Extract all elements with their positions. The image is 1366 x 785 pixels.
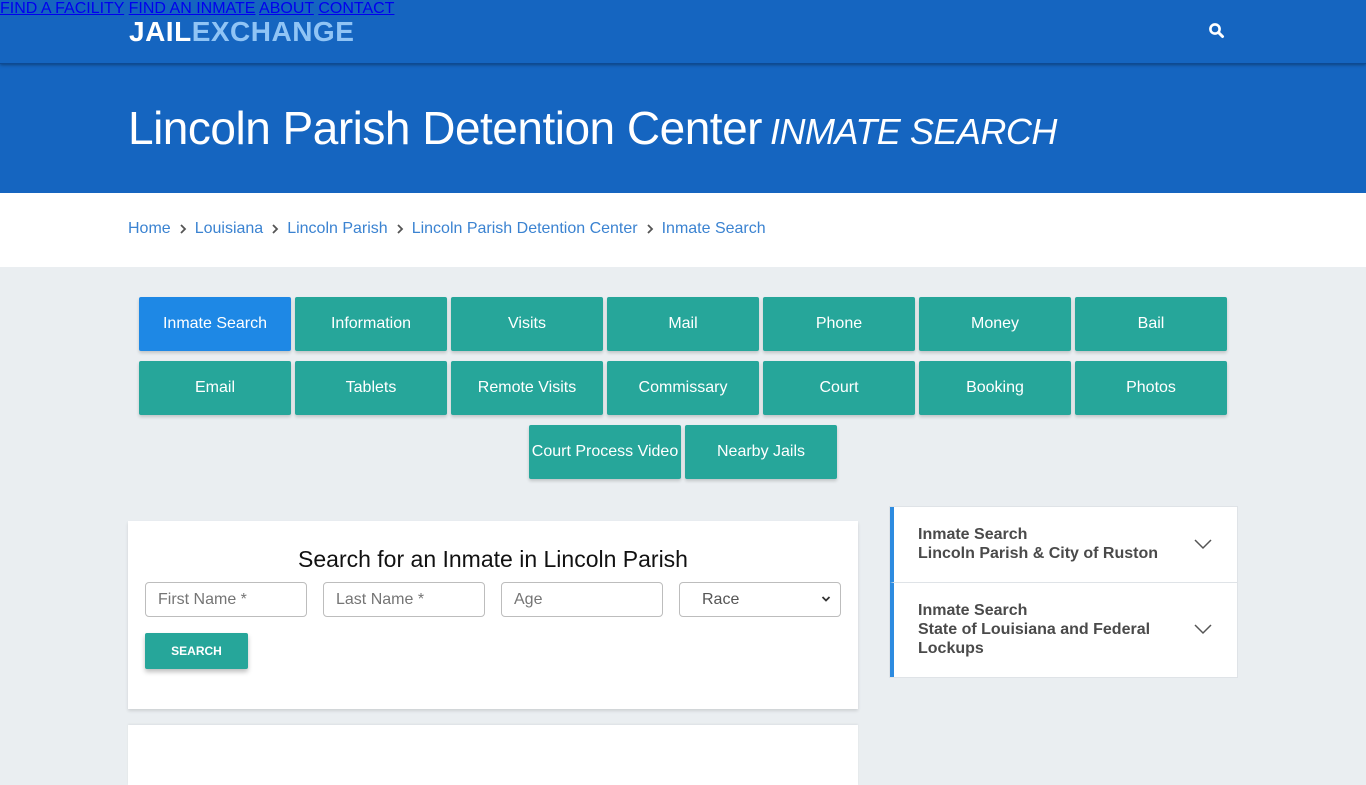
tab-email[interactable]: Email (139, 361, 291, 415)
page-title-main: Lincoln Parish Detention Center (128, 102, 762, 154)
chevron-down-icon (1194, 538, 1212, 549)
last-name-input[interactable] (323, 582, 485, 617)
hero-banner: Lincoln Parish Detention Center INMATE SE… (0, 64, 1366, 193)
tab-visits[interactable]: Visits (451, 297, 603, 351)
page-title: Lincoln Parish Detention Center INMATE SE… (128, 101, 1057, 155)
tab-tablets[interactable]: Tablets (295, 361, 447, 415)
race-select[interactable]: Race (679, 582, 841, 617)
logo-exchange: EXCHANGE (191, 16, 355, 47)
tab-booking[interactable]: Booking (919, 361, 1071, 415)
tab-mail[interactable]: Mail (607, 297, 759, 351)
accordion-item-title: Inmate Search (918, 602, 1028, 619)
age-input[interactable] (501, 582, 663, 617)
chevron-right-icon (638, 223, 662, 235)
breadcrumb-louisiana[interactable]: Louisiana (195, 220, 264, 238)
logo-jail: JAIL (129, 16, 192, 47)
search-form-title: Search for an Inmate in Lincoln Parish (298, 546, 688, 572)
tab-court[interactable]: Court (763, 361, 915, 415)
chevron-down-icon (1194, 624, 1212, 635)
tab-photos[interactable]: Photos (1075, 361, 1227, 415)
race-select-value: Race (702, 590, 740, 608)
accordion-item-subtitle: Lincoln Parish & City of Ruston (918, 545, 1159, 562)
accordion-item-title: Inmate Search (918, 526, 1028, 543)
breadcrumb-lincoln-parish[interactable]: Lincoln Parish (287, 220, 388, 238)
sidebar-accordion: Inmate Search Lincoln Parish & City of R… (889, 506, 1238, 678)
search-button[interactable]: SEARCH (145, 633, 248, 669)
tab-nearby-jails[interactable]: Nearby Jails (685, 425, 837, 479)
page-title-sub: INMATE SEARCH (769, 111, 1057, 152)
chevron-right-icon (388, 223, 412, 235)
accordion-item-subtitle: State of Louisiana and Federal Lockups (918, 621, 1151, 657)
tab-information[interactable]: Information (295, 297, 447, 351)
content-card (128, 725, 858, 785)
chevron-right-icon (263, 223, 287, 235)
tab-money[interactable]: Money (919, 297, 1071, 351)
breadcrumb-detention-center[interactable]: Lincoln Parish Detention Center (412, 220, 638, 238)
top-navbar: JAILEXCHANGE FIND A FACILITY FIND AN INM… (0, 0, 1366, 64)
tab-commissary[interactable]: Commissary (607, 361, 759, 415)
tab-court-process-video[interactable]: Court Process Video (529, 425, 681, 479)
tab-phone[interactable]: Phone (763, 297, 915, 351)
breadcrumb-home[interactable]: Home (128, 220, 171, 238)
tab-inmate-search[interactable]: Inmate Search (139, 297, 291, 351)
chevron-down-icon (821, 596, 831, 602)
search-icon[interactable] (1208, 22, 1226, 40)
nav-find-a-facility[interactable]: FIND A FACILITY (0, 0, 124, 17)
breadcrumb-bar: Home Louisiana Lincoln Parish Lincoln Pa… (0, 193, 1366, 267)
tab-bail[interactable]: Bail (1075, 297, 1227, 351)
chevron-right-icon (171, 223, 195, 235)
inmate-search-card: Search for an Inmate in Lincoln Parish R… (128, 521, 858, 709)
site-logo[interactable]: JAILEXCHANGE (129, 15, 354, 49)
breadcrumb-inmate-search[interactable]: Inmate Search (662, 220, 766, 238)
accordion-item-lincoln-parish[interactable]: Inmate Search Lincoln Parish & City of R… (890, 507, 1237, 583)
first-name-input[interactable] (145, 582, 307, 617)
accordion-item-state-federal[interactable]: Inmate Search State of Louisiana and Fed… (890, 583, 1237, 677)
breadcrumb: Home Louisiana Lincoln Parish Lincoln Pa… (128, 220, 766, 238)
tab-remote-visits[interactable]: Remote Visits (451, 361, 603, 415)
